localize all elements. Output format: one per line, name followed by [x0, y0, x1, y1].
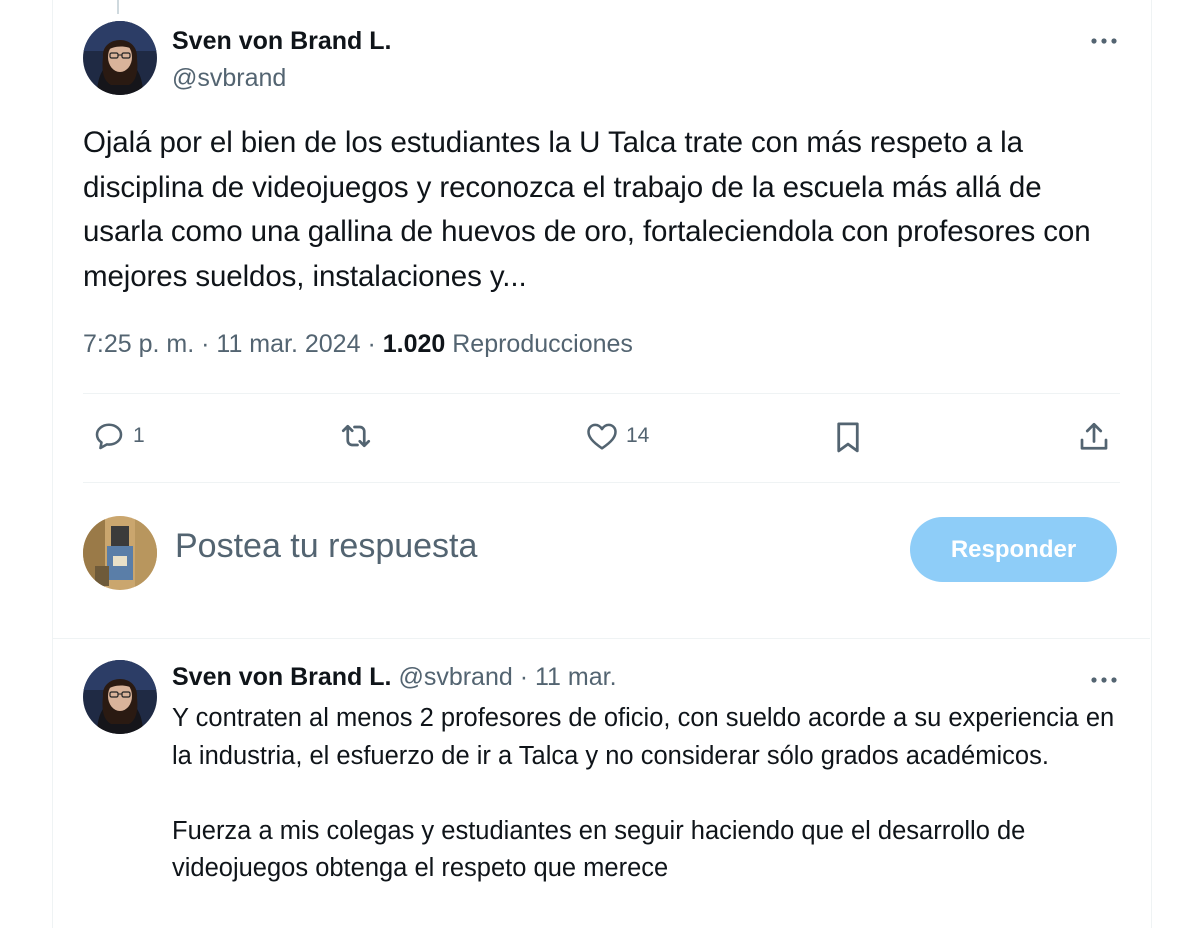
author-handle[interactable]: @svbrand — [172, 64, 286, 93]
reply-button[interactable]: Responder — [910, 517, 1117, 582]
reply-paragraph: Y contraten al menos 2 profesores de ofi… — [172, 704, 1115, 770]
views-label: Reproducciones — [452, 330, 633, 358]
tweet-date[interactable]: 11 mar. 2024 — [216, 330, 360, 358]
heart-icon — [584, 418, 620, 454]
reply-tweet-text: Y contraten al menos 2 profesores de ofi… — [172, 700, 1122, 888]
tweet-text: Ojalá por el bien de los estudiantes la … — [83, 126, 1091, 293]
tweet-time[interactable]: 7:25 p. m. — [83, 330, 194, 358]
tweet-meta: 7:25 p. m. · 11 mar. 2024 · 1.020 Reprod… — [83, 330, 633, 359]
reply-author-avatar[interactable] — [83, 660, 157, 734]
header-separator: · — [519, 663, 529, 691]
reply-author-handle[interactable]: @svbrand — [398, 663, 512, 691]
like-count: 14 — [626, 424, 650, 447]
current-user-avatar[interactable] — [83, 516, 157, 590]
more-dots-icon[interactable] — [1088, 670, 1120, 690]
repost-action[interactable] — [336, 418, 382, 454]
reply-input[interactable]: Postea tu respuesta — [175, 527, 477, 566]
repost-arrows-icon — [336, 418, 376, 454]
bookmark-action[interactable] — [831, 418, 865, 456]
speech-bubble-icon — [91, 418, 127, 454]
author-avatar[interactable] — [83, 21, 157, 95]
reply-header: Sven von Brand L. @svbrand · 11 mar. — [172, 663, 617, 692]
reply-paragraph: Fuerza a mis colegas y estudiantes en se… — [172, 816, 1026, 883]
reply-author-name[interactable]: Sven von Brand L. — [172, 663, 391, 691]
meta-separator: · — [367, 330, 376, 358]
more-dots-icon[interactable] — [1088, 31, 1120, 51]
views-count: 1.020 — [382, 330, 446, 358]
divider — [83, 393, 1120, 394]
bookmark-icon — [831, 418, 865, 456]
divider — [83, 482, 1120, 483]
thread-connector-line — [117, 0, 119, 14]
share-action[interactable] — [1076, 418, 1112, 456]
upload-share-icon — [1076, 418, 1112, 456]
meta-separator: · — [201, 330, 210, 358]
like-action[interactable]: 14 — [584, 418, 649, 454]
reply-action[interactable]: 1 — [91, 418, 145, 454]
reply-date[interactable]: 11 mar. — [535, 663, 617, 691]
divider — [52, 638, 1150, 639]
author-name[interactable]: Sven von Brand L. — [172, 27, 391, 56]
reply-count: 1 — [133, 424, 145, 447]
